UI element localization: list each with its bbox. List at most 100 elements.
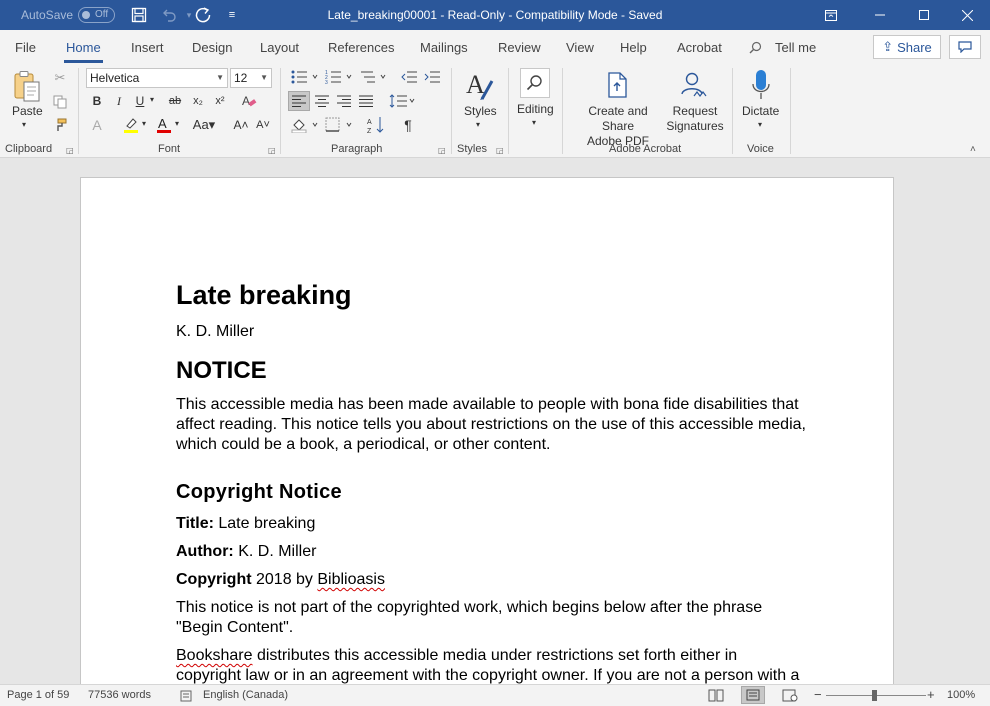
proofing-icon[interactable]	[180, 690, 194, 705]
share-button[interactable]: ⇪ Share	[873, 35, 941, 59]
find-icon[interactable]	[520, 68, 550, 98]
underline-icon[interactable]: U	[133, 93, 147, 109]
autosave-toggle[interactable]: Off	[78, 7, 115, 23]
font-color-dropdown-icon[interactable]: ▾	[175, 119, 179, 128]
language-indicator[interactable]: English (Canada)	[203, 689, 288, 701]
change-case-icon[interactable]: Aa▾	[190, 117, 218, 133]
dictate-button[interactable]: Dictate	[742, 104, 779, 119]
editing-button[interactable]: Editing	[517, 102, 554, 117]
document-body[interactable]: Late breaking K. D. Miller NOTICE This a…	[176, 280, 806, 684]
styles-icon[interactable]: A	[462, 68, 498, 104]
zoom-slider-thumb[interactable]	[872, 690, 877, 701]
web-layout-icon[interactable]	[782, 689, 798, 705]
font-size-combo[interactable]: 12 ▼	[230, 68, 272, 88]
word-count[interactable]: 77536 words	[88, 689, 151, 701]
decrease-indent-icon[interactable]	[400, 68, 418, 86]
justify-icon[interactable]	[357, 92, 375, 110]
microphone-icon[interactable]	[748, 68, 774, 102]
close-icon[interactable]	[944, 0, 990, 30]
font-color-icon[interactable]: A	[155, 116, 173, 134]
group-divider	[78, 68, 79, 154]
tab-references[interactable]: References	[328, 40, 394, 55]
request-signatures-icon[interactable]	[678, 69, 710, 101]
align-center-icon[interactable]	[313, 92, 331, 110]
author-label: Author:	[176, 543, 234, 560]
tab-mailings[interactable]: Mailings	[420, 40, 468, 55]
clear-formatting-icon[interactable]: A	[240, 93, 258, 109]
strikethrough-icon[interactable]: ab	[165, 93, 185, 109]
request-signatures-button[interactable]: Request Signatures	[665, 104, 725, 134]
page-count[interactable]: Page 1 of 59	[7, 689, 69, 701]
document-canvas[interactable]: Late breaking K. D. Miller NOTICE This a…	[0, 158, 990, 684]
document-page[interactable]: Late breaking K. D. Miller NOTICE This a…	[80, 177, 894, 684]
show-formatting-icon[interactable]: ¶	[399, 116, 417, 134]
copy-icon[interactable]	[52, 94, 68, 110]
collapse-ribbon-icon[interactable]: ˄	[970, 144, 976, 155]
tab-help[interactable]: Help	[620, 40, 647, 55]
clipboard-launcher-icon[interactable]: ◲	[66, 146, 74, 155]
notice-note-paragraph: This notice is not part of the copyright…	[176, 599, 763, 636]
styles-button[interactable]: Styles	[464, 104, 497, 119]
tab-view[interactable]: View	[566, 40, 594, 55]
align-right-icon[interactable]	[335, 92, 353, 110]
tab-insert[interactable]: Insert	[131, 40, 164, 55]
cut-icon[interactable]: ✂	[52, 70, 68, 86]
create-pdf-icon[interactable]	[604, 70, 632, 102]
zoom-in-icon[interactable]: +	[927, 687, 935, 702]
bullets-icon[interactable]	[290, 68, 320, 86]
font-name-combo[interactable]: Helvetica ▼	[86, 68, 228, 88]
zoom-out-icon[interactable]: −	[814, 687, 822, 702]
print-layout-icon[interactable]	[741, 686, 765, 704]
bold-icon[interactable]: B	[90, 93, 104, 109]
tell-me-input[interactable]: Tell me	[775, 40, 816, 55]
styles-dropdown-icon[interactable]: ▾	[476, 120, 480, 129]
highlight-icon[interactable]	[122, 116, 140, 134]
styles-group-label: Styles	[457, 143, 487, 155]
shading-icon[interactable]	[290, 116, 320, 134]
superscript-icon[interactable]: x²	[212, 93, 228, 109]
paragraph-launcher-icon[interactable]: ◲	[438, 146, 446, 155]
request-line2: Signatures	[666, 119, 724, 133]
format-painter-icon[interactable]	[52, 117, 68, 133]
tab-file[interactable]: File	[15, 40, 36, 55]
tab-acrobat[interactable]: Acrobat	[677, 40, 722, 55]
paste-dropdown-icon[interactable]: ▾	[22, 120, 26, 129]
paste-button[interactable]: Paste	[12, 104, 43, 119]
svg-text:3: 3	[325, 80, 328, 84]
editing-dropdown-icon[interactable]: ▾	[532, 118, 536, 127]
underline-dropdown-icon[interactable]: ▾	[150, 95, 154, 104]
numbering-icon[interactable]: 123	[324, 68, 354, 86]
paste-icon[interactable]	[10, 68, 44, 106]
highlight-dropdown-icon[interactable]: ▾	[142, 119, 146, 128]
group-divider	[508, 68, 509, 154]
title-bar: AutoSave Off ▾ ≡ Late_breaking00001 - Re…	[0, 0, 990, 30]
ribbon-display-icon[interactable]	[808, 0, 854, 30]
customize-toolbar-icon[interactable]: ≡	[222, 5, 242, 25]
read-mode-icon[interactable]	[708, 689, 724, 705]
dictate-dropdown-icon[interactable]: ▾	[758, 120, 762, 129]
borders-icon[interactable]	[324, 116, 354, 134]
zoom-level[interactable]: 100%	[947, 689, 975, 701]
increase-indent-icon[interactable]	[423, 68, 441, 86]
sort-icon[interactable]: AZ	[366, 116, 386, 134]
redo-icon[interactable]	[193, 5, 213, 25]
tab-review[interactable]: Review	[498, 40, 541, 55]
align-left-icon[interactable]	[288, 91, 310, 111]
line-spacing-icon[interactable]	[388, 92, 416, 110]
shrink-font-icon[interactable]: A˅	[255, 117, 271, 133]
multilevel-list-icon[interactable]	[358, 68, 388, 86]
comments-button[interactable]	[949, 35, 981, 59]
grow-font-icon[interactable]: A˄	[233, 117, 249, 133]
minimize-icon[interactable]	[857, 0, 903, 30]
tab-design[interactable]: Design	[192, 40, 232, 55]
italic-icon[interactable]: I	[112, 93, 126, 109]
styles-launcher-icon[interactable]: ◲	[496, 146, 504, 155]
tab-home[interactable]: Home	[64, 40, 103, 63]
font-launcher-icon[interactable]: ◲	[268, 146, 276, 155]
subscript-icon[interactable]: x₂	[190, 93, 206, 109]
tab-layout[interactable]: Layout	[260, 40, 299, 55]
maximize-icon[interactable]	[901, 0, 947, 30]
save-icon[interactable]	[129, 5, 149, 25]
text-effects-icon[interactable]: A	[88, 116, 106, 134]
undo-icon[interactable]	[159, 5, 179, 25]
